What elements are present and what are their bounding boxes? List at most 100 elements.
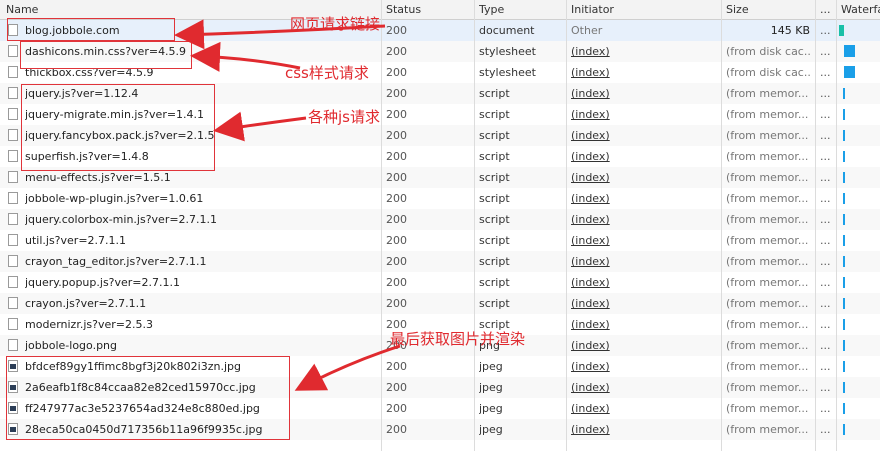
request-initiator[interactable]: (index) xyxy=(571,377,719,398)
file-icon xyxy=(8,213,18,225)
file-icon xyxy=(8,150,18,162)
request-row[interactable]: jquery.popup.js?ver=2.7.1.1 200 script (ind… xyxy=(0,272,880,293)
request-row[interactable]: util.js?ver=2.7.1.1 200 script (index) (from… xyxy=(0,230,880,251)
request-initiator[interactable]: (index) xyxy=(571,209,719,230)
request-type: script xyxy=(479,213,510,226)
request-more[interactable]: ... xyxy=(820,398,834,419)
request-size: (from disk cac... xyxy=(726,66,810,79)
request-more[interactable]: ... xyxy=(820,41,834,62)
request-more[interactable]: ... xyxy=(820,377,834,398)
column-waterfall[interactable]: Waterfa xyxy=(841,0,880,19)
request-size: (from memor... xyxy=(726,423,809,436)
waterfall-bar xyxy=(843,298,845,309)
request-more[interactable]: ... xyxy=(820,209,834,230)
request-more[interactable]: ... xyxy=(820,146,834,167)
request-more[interactable]: ... xyxy=(820,293,834,314)
request-more[interactable]: ... xyxy=(820,230,834,251)
request-more[interactable]: ... xyxy=(820,104,834,125)
request-name: jquery.colorbox-min.js?ver=2.7.1.1 xyxy=(25,213,218,226)
request-more[interactable]: ... xyxy=(820,356,834,377)
request-size: (from memor... xyxy=(726,318,809,331)
waterfall-bar xyxy=(843,424,845,435)
request-more[interactable]: ... xyxy=(820,188,834,209)
request-row[interactable]: jquery.colorbox-min.js?ver=2.7.1.1 200 scr… xyxy=(0,209,880,230)
request-status: 200 xyxy=(386,24,407,37)
waterfall-bar xyxy=(844,66,855,78)
column-size[interactable]: Size xyxy=(726,0,810,19)
request-size: (from memor... xyxy=(726,339,809,352)
request-type: script xyxy=(479,87,510,100)
highlight-box-css xyxy=(20,41,192,69)
request-more[interactable]: ... xyxy=(820,62,834,83)
request-more[interactable]: ... xyxy=(820,419,834,440)
request-type: script xyxy=(479,150,510,163)
waterfall-bar xyxy=(843,277,845,288)
request-initiator[interactable]: (index) xyxy=(571,146,719,167)
highlight-box-js xyxy=(21,84,215,171)
request-row[interactable]: crayon.js?ver=2.7.1.1 200 script (index) (fr… xyxy=(0,293,880,314)
request-status: 200 xyxy=(386,150,407,163)
request-more[interactable]: ... xyxy=(820,20,834,41)
request-initiator[interactable]: (index) xyxy=(571,272,719,293)
request-initiator[interactable]: (index) xyxy=(571,314,719,335)
request-type: script xyxy=(479,192,510,205)
request-initiator[interactable]: (index) xyxy=(571,104,719,125)
column-status[interactable]: Status xyxy=(386,0,474,19)
request-status: 200 xyxy=(386,402,407,415)
waterfall-bar xyxy=(839,25,844,36)
request-more[interactable]: ... xyxy=(820,314,834,335)
request-name: jquery.popup.js?ver=2.7.1.1 xyxy=(25,276,181,289)
request-initiator[interactable]: (index) xyxy=(571,83,719,104)
request-initiator[interactable]: (index) xyxy=(571,167,719,188)
request-initiator[interactable]: (index) xyxy=(571,230,719,251)
request-name: jobbole-logo.png xyxy=(25,339,118,352)
file-icon xyxy=(8,339,18,351)
waterfall-bar xyxy=(843,193,845,204)
request-size: (from memor... xyxy=(726,108,809,121)
file-icon xyxy=(8,234,18,246)
waterfall-bar xyxy=(843,256,845,267)
request-size: (from memor... xyxy=(726,402,809,415)
request-status: 200 xyxy=(386,276,407,289)
waterfall-bar xyxy=(843,382,845,393)
file-icon xyxy=(8,192,18,204)
request-name: crayon_tag_editor.js?ver=2.7.1.1 xyxy=(25,255,207,268)
request-initiator[interactable]: (index) xyxy=(571,335,719,356)
file-icon xyxy=(8,255,18,267)
request-more[interactable]: ... xyxy=(820,83,834,104)
request-initiator[interactable]: (index) xyxy=(571,62,719,83)
request-size: (from memor... xyxy=(726,150,809,163)
waterfall-bar xyxy=(843,319,845,330)
request-row[interactable]: crayon_tag_editor.js?ver=2.7.1.1 200 scrip… xyxy=(0,251,880,272)
request-initiator[interactable]: (index) xyxy=(571,356,719,377)
request-more[interactable]: ... xyxy=(820,125,834,146)
request-initiator[interactable]: (index) xyxy=(571,251,719,272)
request-more[interactable]: ... xyxy=(820,251,834,272)
request-initiator[interactable]: (index) xyxy=(571,125,719,146)
request-more[interactable]: ... xyxy=(820,335,834,356)
request-row[interactable]: jobbole-wp-plugin.js?ver=1.0.61 200 script… xyxy=(0,188,880,209)
file-icon xyxy=(8,87,18,99)
request-type: jpeg xyxy=(479,402,503,415)
request-initiator[interactable]: (index) xyxy=(571,398,719,419)
request-initiator[interactable]: (index) xyxy=(571,419,719,440)
request-status: 200 xyxy=(386,171,407,184)
column-more[interactable]: ... xyxy=(820,0,834,19)
request-more[interactable]: ... xyxy=(820,167,834,188)
column-initiator[interactable]: Initiator xyxy=(571,0,719,19)
request-more[interactable]: ... xyxy=(820,272,834,293)
request-type: stylesheet xyxy=(479,66,536,79)
waterfall-bar xyxy=(843,340,845,351)
request-initiator[interactable]: (index) xyxy=(571,293,719,314)
request-size: (from memor... xyxy=(726,129,809,142)
column-type[interactable]: Type xyxy=(479,0,567,19)
request-status: 200 xyxy=(386,234,407,247)
request-type: document xyxy=(479,24,535,37)
request-size: 145 KB xyxy=(770,24,810,37)
request-size: (from memor... xyxy=(726,297,809,310)
request-initiator[interactable]: (index) xyxy=(571,188,719,209)
request-name: modernizr.js?ver=2.5.3 xyxy=(25,318,153,331)
request-type: jpeg xyxy=(479,360,503,373)
request-status: 200 xyxy=(386,87,407,100)
request-initiator[interactable]: (index) xyxy=(571,41,719,62)
